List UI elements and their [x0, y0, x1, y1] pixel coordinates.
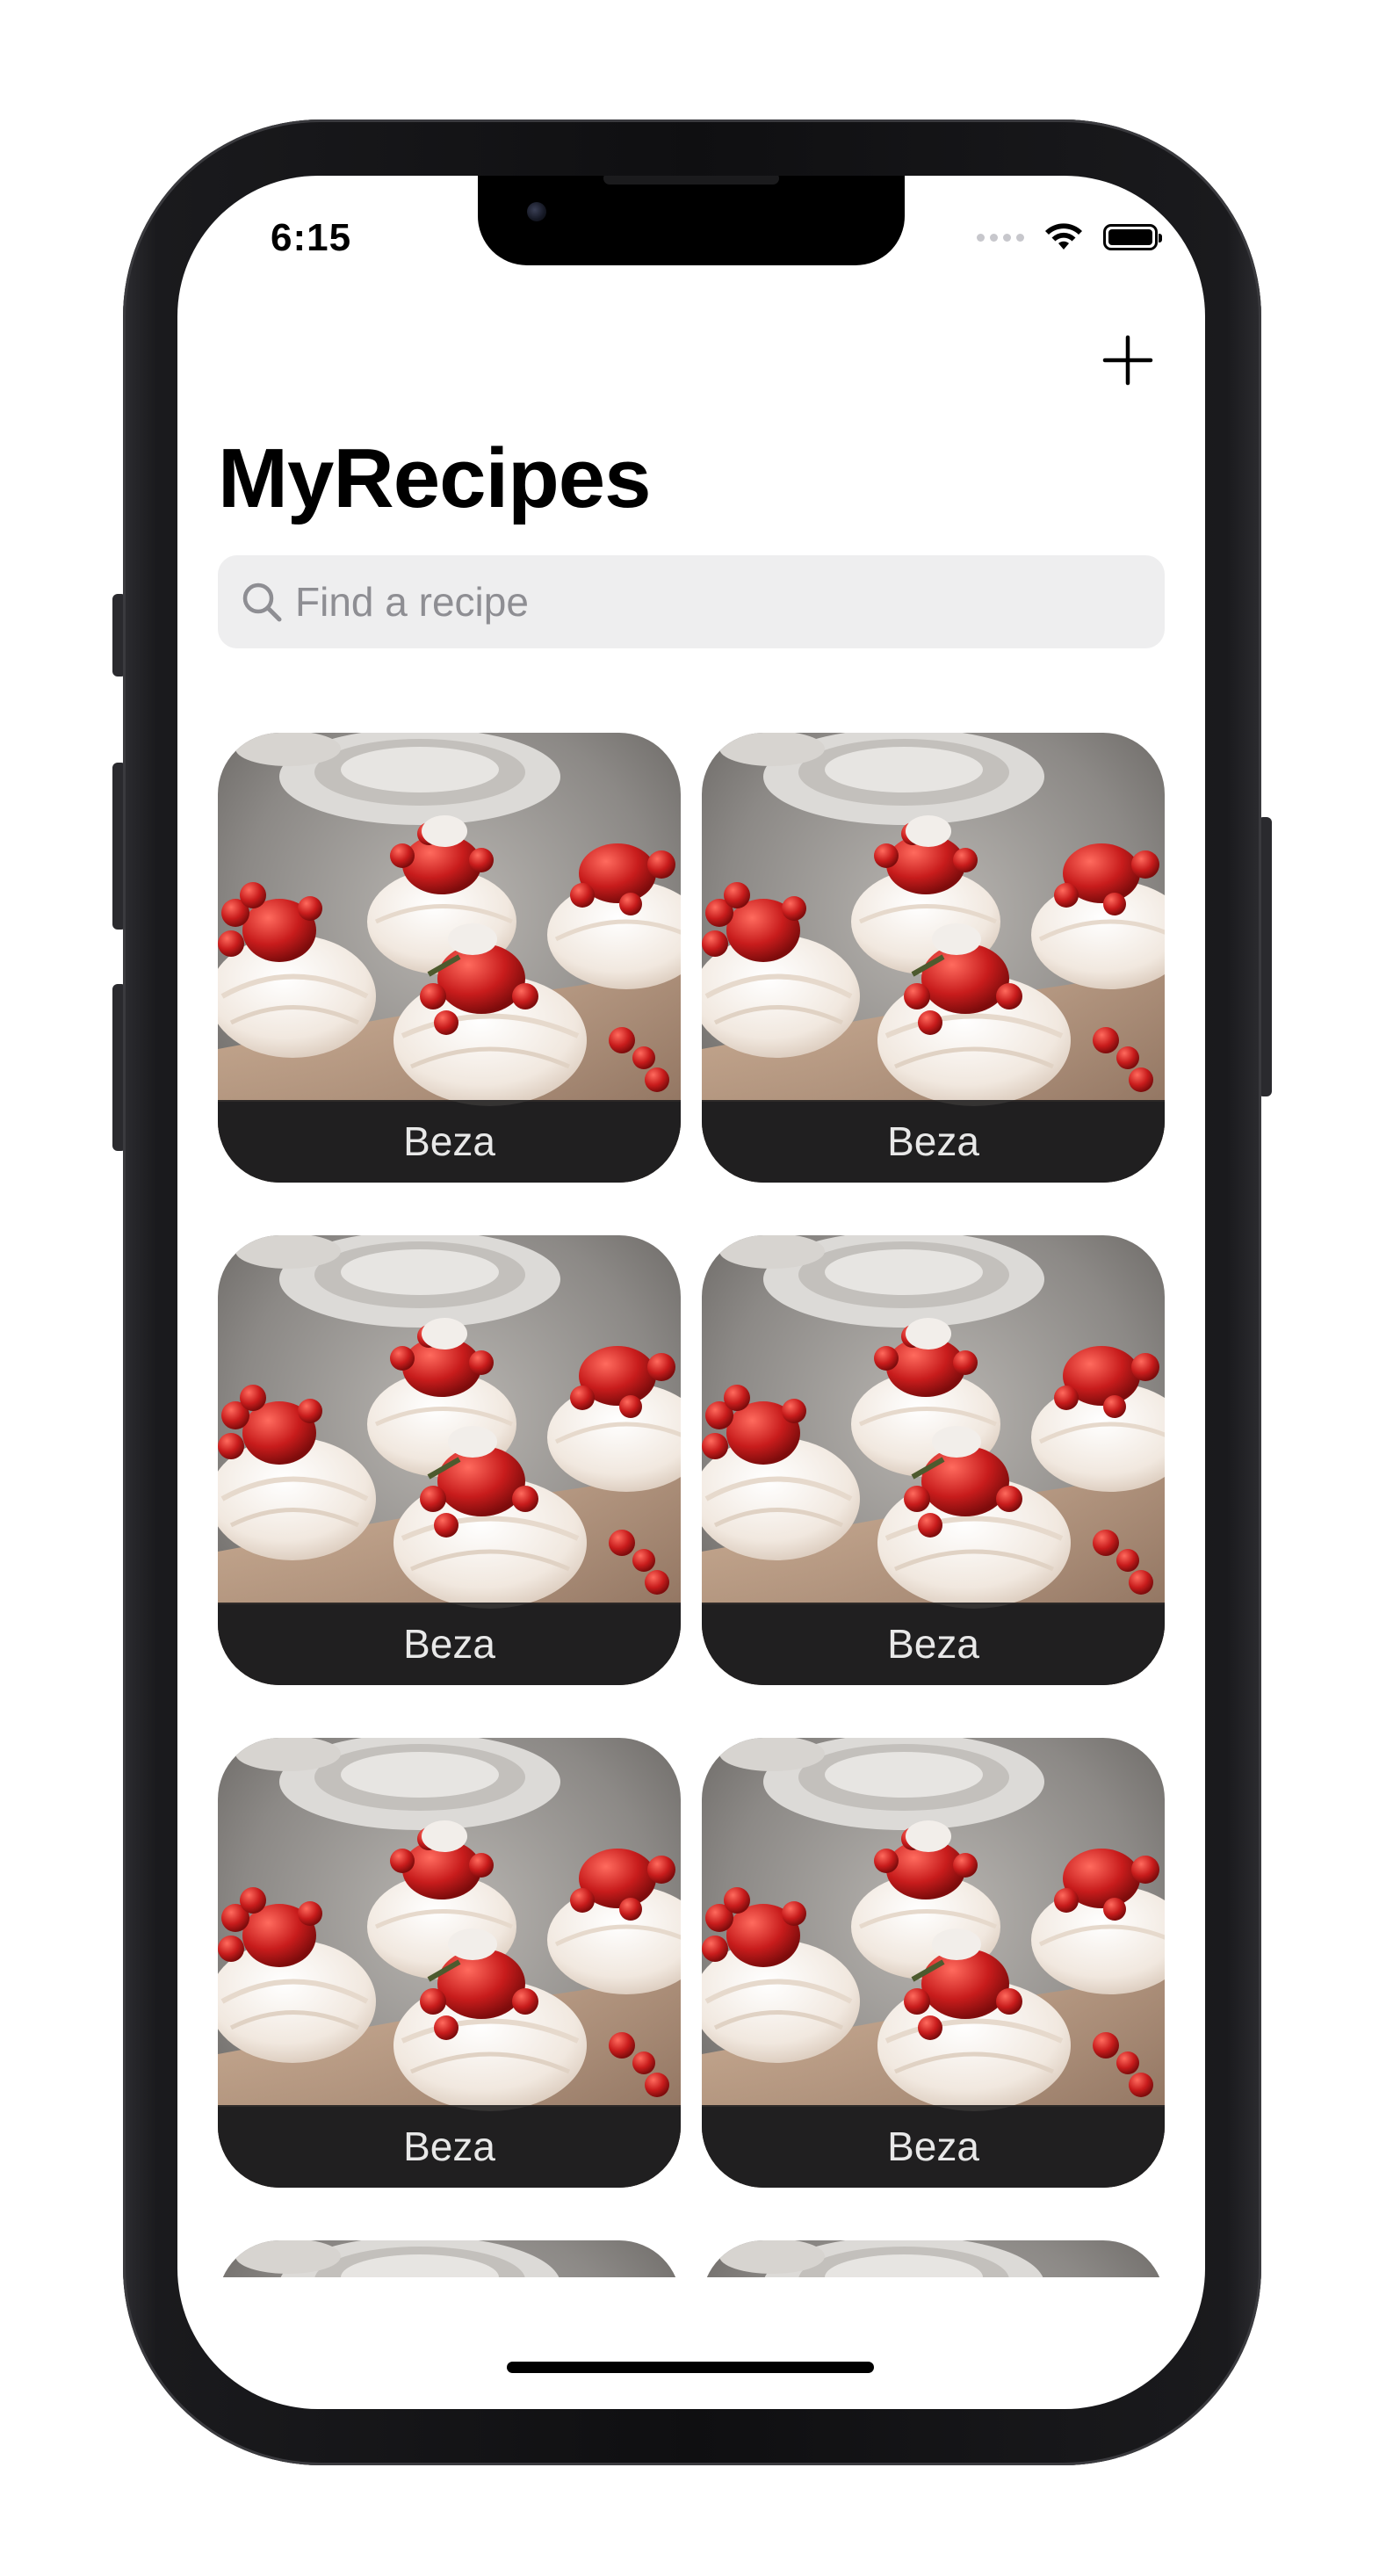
recipe-card[interactable] — [702, 2240, 1165, 2277]
search-icon — [242, 582, 282, 622]
plus-icon[interactable] — [1100, 332, 1156, 388]
clipped-row — [218, 2240, 1165, 2277]
recipe-card[interactable]: Beza — [702, 1235, 1165, 1685]
recipe-card[interactable]: Beza — [702, 1738, 1165, 2188]
status-icons — [977, 220, 1162, 255]
recipe-card[interactable]: Beza — [702, 733, 1165, 1183]
recipe-card[interactable]: Beza — [218, 1235, 681, 1685]
front-camera — [527, 202, 546, 221]
status-time: 6:15 — [271, 216, 352, 259]
recipe-name: Beza — [218, 2105, 681, 2188]
wifi-icon — [1045, 223, 1082, 250]
recipe-photo — [702, 2240, 1165, 2277]
recipe-name: Beza — [702, 1100, 1165, 1183]
cellular-signal-icon — [977, 233, 1024, 242]
recipe-name: Beza — [702, 2105, 1165, 2188]
recipe-card[interactable]: Beza — [218, 1738, 681, 2188]
recipe-photo — [218, 2240, 681, 2277]
search-bar[interactable] — [218, 555, 1165, 648]
phone-screen: 6:15 MyRecipes Find a recipe Beza Beza B… — [177, 176, 1205, 2409]
recipe-card[interactable]: Beza — [218, 733, 681, 1183]
search-input[interactable] — [293, 577, 1087, 626]
recipe-name: Beza — [218, 1100, 681, 1183]
recipe-name: Beza — [702, 1603, 1165, 1685]
battery-icon — [1103, 224, 1162, 250]
home-indicator[interactable] — [507, 2362, 874, 2373]
speaker — [603, 176, 779, 185]
notch — [478, 176, 905, 265]
recipe-card[interactable] — [218, 2240, 681, 2277]
recipe-name: Beza — [218, 1603, 681, 1685]
page-title: MyRecipes — [218, 431, 652, 525]
app-mockup: 6:15 MyRecipes Find a recipe Beza Beza B… — [0, 0, 1379, 2576]
